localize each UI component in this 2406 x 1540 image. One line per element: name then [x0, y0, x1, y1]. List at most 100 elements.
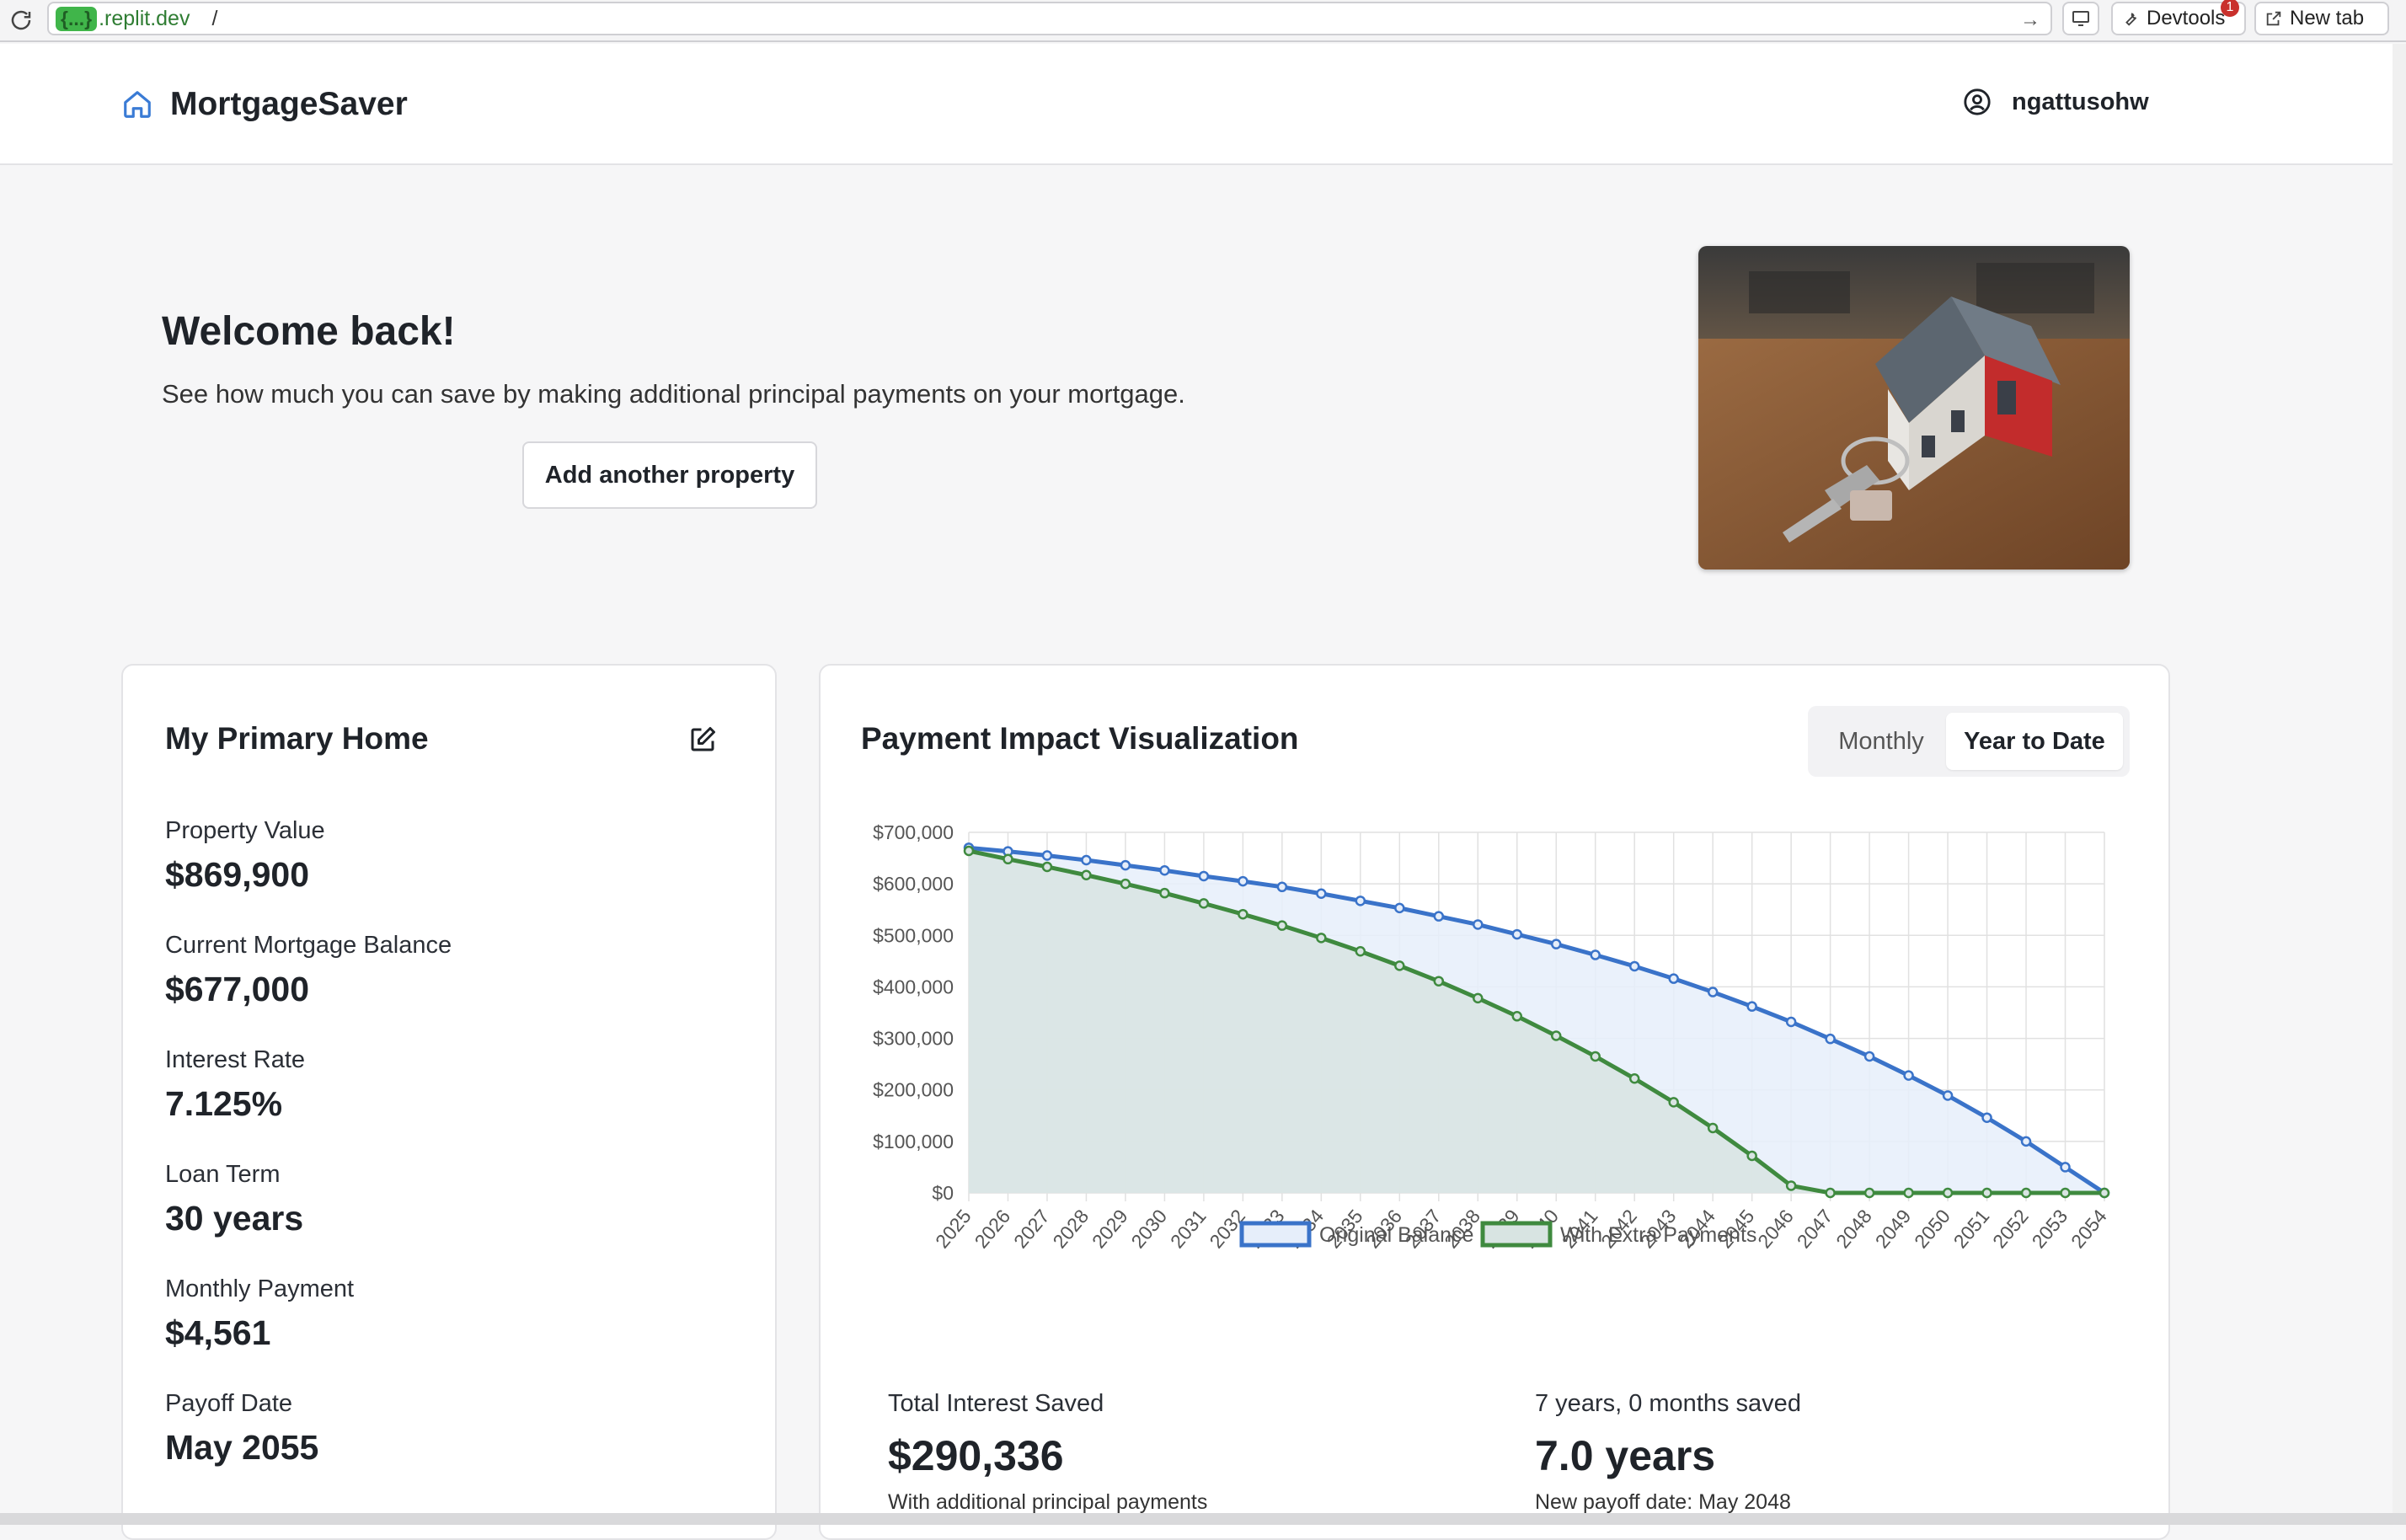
data-point: [1628, 1073, 1640, 1084]
edit-icon[interactable]: [687, 725, 718, 755]
stat-payoff-date: Payoff Date May 2055: [165, 1390, 318, 1468]
y-tick-label: $300,000: [873, 1028, 954, 1050]
x-tick-label: 2047: [1793, 1206, 1837, 1253]
data-point: [1590, 1051, 1601, 1062]
welcome-heading: Welcome back!: [162, 309, 456, 354]
x-tick-label: 2050: [1910, 1206, 1954, 1253]
devtools-button[interactable]: Devtools 1: [2111, 0, 2246, 35]
legend-swatch: [1239, 1221, 1312, 1248]
data-point: [1550, 938, 1562, 949]
stat-label: Current Mortgage Balance: [165, 932, 452, 959]
x-tick-label: 2046: [1753, 1206, 1798, 1253]
x-tick-label: 2028: [1048, 1206, 1093, 1253]
data-point: [1198, 898, 1210, 909]
data-point: [1041, 850, 1053, 861]
data-point: [2060, 1162, 2071, 1173]
data-point: [2099, 1187, 2110, 1199]
data-point: [1316, 888, 1327, 900]
data-point: [1394, 902, 1405, 914]
wrench-icon: [2125, 13, 2137, 26]
x-tick-label: 2054: [2066, 1205, 2111, 1252]
username: ngattusohw: [2012, 88, 2149, 115]
data-point: [1041, 861, 1053, 873]
x-tick-label: 2030: [1126, 1206, 1171, 1253]
interest-saved-label: Total Interest Saved: [888, 1390, 1104, 1417]
stat-label: Monthly Payment: [165, 1275, 355, 1302]
data-point: [1159, 887, 1170, 899]
x-tick-label: 2051: [1949, 1206, 1994, 1253]
data-point: [1707, 1122, 1719, 1134]
new-tab-label: New tab: [2290, 7, 2365, 29]
horizontal-scrollbar[interactable]: [0, 1513, 2406, 1525]
stat-interest-rate: Interest Rate 7.125%: [165, 1046, 305, 1124]
stat-loan-term: Loan Term 30 years: [165, 1161, 303, 1238]
data-point: [1433, 976, 1445, 987]
data-point: [963, 845, 975, 857]
stat-value: $677,000: [165, 970, 310, 1008]
x-tick-label: 2025: [931, 1206, 976, 1253]
app-header: MortgageSaver ngattusohw: [0, 44, 2393, 165]
scrollbar[interactable]: [2393, 44, 2406, 1525]
url-path: /: [211, 6, 218, 30]
y-tick-label: $400,000: [873, 976, 954, 997]
stat-label: Loan Term: [165, 1161, 281, 1188]
data-point: [2060, 1187, 2071, 1199]
x-tick-label: 2052: [1988, 1206, 2033, 1253]
data-point: [1707, 987, 1719, 997]
y-tick-label: $700,000: [873, 821, 954, 843]
update-scenario-button[interactable]: Update payment scenario: [162, 443, 499, 507]
y-tick-label: $500,000: [873, 924, 954, 946]
data-point: [1238, 875, 1248, 887]
x-tick-label: 2048: [1831, 1206, 1876, 1253]
data-point: [1668, 1097, 1679, 1108]
new-tab-button[interactable]: New tab: [2254, 2, 2389, 35]
data-point: [1002, 853, 1013, 865]
address-bar[interactable]: {...} .replit.dev / →: [47, 2, 2052, 35]
reload-icon[interactable]: [0, 0, 42, 41]
y-tick-label: $100,000: [873, 1131, 954, 1152]
y-tick-label: $600,000: [873, 873, 954, 895]
data-point: [1276, 881, 1288, 893]
data-point: [1120, 878, 1131, 890]
stat-value: 30 years: [165, 1199, 304, 1238]
new-payoff-date: New payoff date: May 2048: [1535, 1490, 1791, 1514]
data-point: [1746, 1001, 1757, 1012]
devtools-label: Devtools: [2147, 7, 2226, 29]
time-saved-label: 7 years, 0 months saved: [1535, 1390, 1801, 1417]
stat-label: Payoff Date: [165, 1390, 293, 1417]
data-point: [1433, 911, 1445, 922]
data-point: [1159, 864, 1170, 876]
interest-saved-block: Total Interest Saved $290,336 With addit…: [888, 1390, 1207, 1515]
data-point: [2020, 1187, 2032, 1199]
x-tick-label: 2031: [1166, 1206, 1211, 1253]
brand[interactable]: MortgageSaver: [121, 86, 408, 123]
property-title: My Primary Home: [165, 721, 429, 756]
data-point: [1825, 1187, 1836, 1199]
balance-line-chart: $0 $100,000 $200,000 $300,000 $400,000 $500,0…: [873, 821, 2111, 1253]
data-point: [1276, 920, 1288, 931]
data-point: [1590, 949, 1601, 960]
cast-button[interactable]: [2062, 2, 2099, 35]
stat-value: $869,900: [165, 855, 310, 894]
data-point: [1081, 869, 1092, 880]
add-property-button[interactable]: Add another property: [522, 441, 817, 509]
home-icon: [124, 91, 151, 118]
data-point: [1863, 1051, 1875, 1062]
data-point: [1981, 1112, 1992, 1123]
legend-label: Original Balance: [1319, 1223, 1473, 1247]
data-point: [1120, 859, 1131, 871]
legend-label: With Extra Payments: [1560, 1223, 1756, 1247]
data-point: [1316, 933, 1327, 944]
data-point: [1785, 1016, 1797, 1028]
stat-label: Interest Rate: [165, 1046, 306, 1073]
x-tick-label: 2029: [1088, 1206, 1132, 1253]
go-arrow-icon[interactable]: →: [2020, 8, 2040, 32]
x-tick-label: 2049: [1871, 1206, 1916, 1253]
stat-property-value: Property Value $869,900: [165, 817, 325, 895]
user-menu[interactable]: ngattusohw: [1963, 88, 2149, 116]
url-domain: .replit.dev: [99, 6, 190, 30]
url-badge: {...}: [56, 6, 98, 31]
interest-saved-value: $290,336: [888, 1432, 1064, 1479]
x-tick-label: 2027: [1009, 1206, 1054, 1253]
data-point: [1825, 1033, 1836, 1045]
